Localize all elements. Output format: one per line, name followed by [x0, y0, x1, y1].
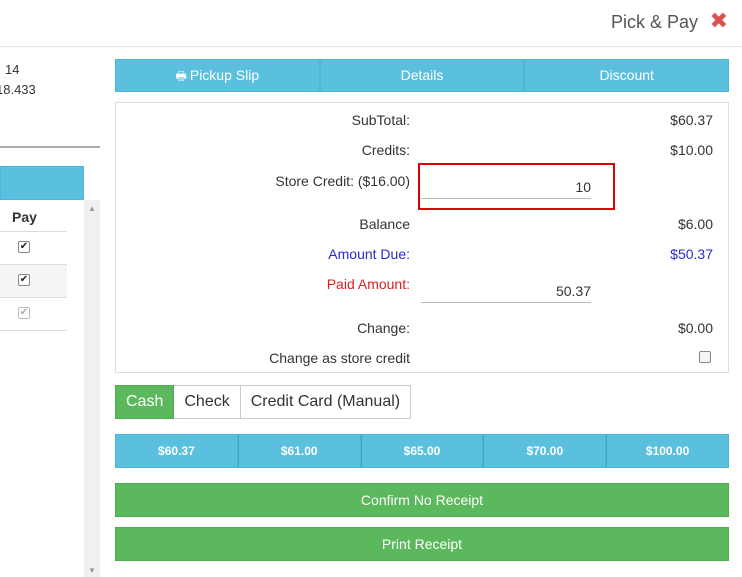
table-row-divider [0, 231, 67, 232]
scroll-up-arrow-icon[interactable]: ▲ [88, 204, 96, 213]
scrollbar[interactable] [84, 200, 100, 577]
top-tabs: 🖶 Pickup Slip Details Discount [115, 59, 730, 92]
modal-header: Pick & Pay ✖ [0, 0, 742, 47]
left-info-line-2: 18.433 [0, 82, 36, 97]
left-divider [0, 146, 100, 148]
table-row-divider [0, 264, 67, 265]
scroll-down-arrow-icon[interactable]: ▼ [88, 566, 96, 575]
store-credit-input[interactable] [421, 175, 591, 199]
quick-amount-button[interactable]: $61.00 [237, 434, 361, 468]
credits-value: $10.00 [670, 142, 713, 158]
table-row-divider [0, 330, 67, 331]
subtotal-label: SubTotal: [351, 112, 410, 128]
quick-amount-button[interactable]: $65.00 [360, 434, 484, 468]
payment-method-group: Cash Check Credit Card (Manual) [115, 385, 412, 419]
quick-amount-buttons: $60.37 $61.00 $65.00 $70.00 $100.00 [115, 434, 729, 468]
credit-card-manual-button[interactable]: Credit Card (Manual) [240, 385, 412, 419]
print-receipt-button[interactable]: Print Receipt [115, 527, 729, 561]
paid-amount-input[interactable] [421, 279, 591, 303]
tab-details-label: Details [400, 67, 444, 83]
amount-due-label: Amount Due: [328, 246, 410, 262]
subtotal-value: $60.37 [670, 112, 713, 128]
table-row [0, 264, 67, 297]
balance-value: $6.00 [677, 216, 713, 232]
printer-icon: 🖶 [175, 69, 187, 83]
cash-button[interactable]: Cash [115, 385, 175, 419]
tab-discount-label: Discount [599, 67, 654, 83]
balance-label: Balance [359, 216, 410, 232]
change-as-store-credit-checkbox[interactable] [699, 351, 711, 363]
table-row-divider [0, 297, 67, 298]
pay-checkbox[interactable]: ✔ [18, 274, 30, 286]
left-header-bar [0, 166, 84, 200]
tab-details[interactable]: Details [319, 59, 525, 92]
confirm-no-receipt-button[interactable]: Confirm No Receipt [115, 483, 729, 517]
check-button[interactable]: Check [174, 385, 241, 419]
change-value: $0.00 [677, 320, 713, 336]
tab-discount[interactable]: Discount [524, 59, 730, 92]
pay-checkbox[interactable]: ✔ [18, 307, 30, 319]
quick-amount-button[interactable]: $60.37 [115, 434, 238, 468]
tab-pickup-slip[interactable]: 🖶 Pickup Slip [115, 59, 320, 92]
quick-amount-button[interactable]: $100.00 [606, 434, 729, 468]
left-info-line-1: 14 [5, 62, 20, 77]
change-label: Change: [357, 320, 410, 336]
amount-due-value: $50.37 [670, 246, 713, 262]
tab-pickup-slip-label: Pickup Slip [189, 67, 260, 83]
store-credit-label: Store Credit: ($16.00) [275, 173, 410, 189]
pay-checkbox[interactable]: ✔ [18, 241, 30, 253]
modal-title: Pick & Pay [610, 12, 698, 32]
close-icon[interactable]: ✖ [710, 8, 728, 34]
payment-summary-panel: SubTotal: $60.37 Credits: $10.00 Store C… [115, 102, 729, 373]
quick-amount-button[interactable]: $70.00 [483, 434, 607, 468]
pay-column-header: Pay [12, 209, 37, 225]
change-as-store-credit-label: Change as store credit [269, 350, 410, 366]
paid-amount-label: Paid Amount: [326, 276, 410, 292]
credits-label: Credits: [361, 142, 410, 158]
